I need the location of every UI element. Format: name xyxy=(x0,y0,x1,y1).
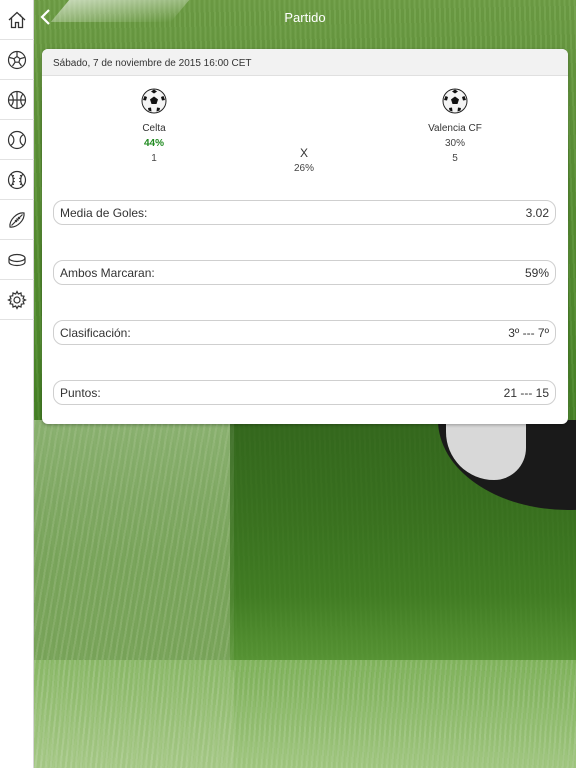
home-team: Celta 44% 1 xyxy=(94,88,214,164)
sidebar-item-home[interactable] xyxy=(0,0,34,40)
sidebar-item-tennis[interactable] xyxy=(0,120,34,160)
home-team-name: Celta xyxy=(142,123,166,134)
top-bar: Partido xyxy=(34,0,576,36)
match-date: Sábado, 7 de noviembre de 2015 16:00 CET xyxy=(42,49,568,76)
stat-label: Ambos Marcaran: xyxy=(60,265,155,280)
stat-value: 3º --- 7º xyxy=(508,325,549,340)
sidebar-item-settings[interactable] xyxy=(0,280,34,320)
sidebar-item-football[interactable] xyxy=(0,40,34,80)
draw-label: X xyxy=(299,146,308,160)
gear-icon xyxy=(7,289,27,310)
soccer-ball-icon xyxy=(442,88,468,114)
stat-value: 21 --- 15 xyxy=(503,385,549,400)
away-team: Valencia CF 30% 5 xyxy=(395,88,515,164)
away-team-position: 5 xyxy=(452,153,458,164)
sport-sidebar xyxy=(0,0,34,768)
stat-label: Puntos: xyxy=(60,385,101,400)
sidebar-item-hockey[interactable] xyxy=(0,240,34,280)
soccer-ball-icon xyxy=(141,88,167,114)
stat-row-average-goals: Media de Goles: 3.02 xyxy=(53,200,556,225)
draw-outcome: X 26% xyxy=(244,146,364,174)
match-teams: Celta 44% 1 X 26% Valencia CF 30% 5 xyxy=(42,76,568,186)
home-icon xyxy=(8,11,26,28)
match-card: Sábado, 7 de noviembre de 2015 16:00 CET… xyxy=(42,49,568,424)
tennis-icon xyxy=(7,130,27,149)
stat-value: 3.02 xyxy=(525,205,549,220)
stat-value: 59% xyxy=(524,265,549,280)
away-team-name: Valencia CF xyxy=(428,123,482,134)
sidebar-item-american-football[interactable] xyxy=(0,200,34,240)
away-win-percentage: 30% xyxy=(444,138,465,149)
stat-row-standings: Clasificación: 3º --- 7º xyxy=(53,320,556,345)
draw-percentage: 26% xyxy=(293,163,314,174)
stat-label: Media de Goles: xyxy=(60,205,148,220)
hockey-puck-icon xyxy=(8,253,26,266)
american-football-icon xyxy=(9,211,25,228)
sidebar-item-basketball[interactable] xyxy=(0,80,34,120)
sidebar-item-baseball[interactable] xyxy=(0,160,34,200)
stat-row-points: Puntos: 21 --- 15 xyxy=(53,380,556,405)
baseball-icon xyxy=(7,170,27,189)
home-win-percentage: 44% xyxy=(143,138,164,149)
stat-label: Clasificación: xyxy=(60,325,131,340)
stat-row-both-score: Ambos Marcaran: 59% xyxy=(53,260,556,285)
home-team-position: 1 xyxy=(151,153,157,164)
page-title: Partido xyxy=(284,10,326,25)
basketball-icon xyxy=(7,90,27,109)
football-icon xyxy=(7,50,27,69)
